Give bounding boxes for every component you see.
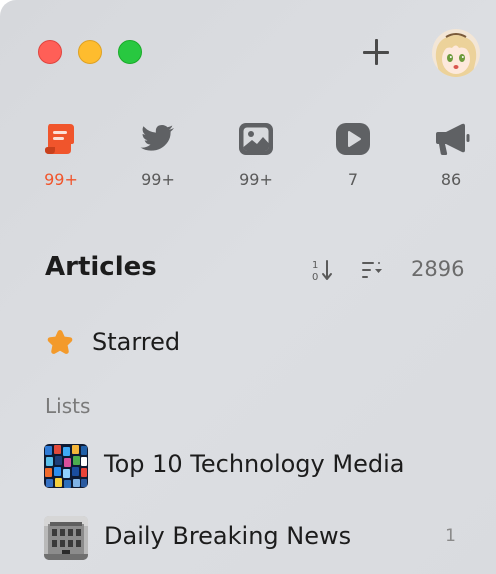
svg-text:1: 1 [312,260,318,271]
list-item-daily-breaking-news[interactable]: Daily Breaking News 1 [0,514,496,562]
feed-count-pictures: 99+ [239,170,273,189]
filter-list-icon[interactable] [360,259,384,281]
feed-count-notifications: 86 [440,170,462,189]
plus-icon[interactable] [360,36,392,68]
lists-header: Lists [45,394,91,418]
app-window: 99+ 99+ 99+ 7 86 Articles 1 0 2896 Starr… [0,0,496,574]
window-close-button[interactable] [38,40,62,64]
starred-item[interactable]: Starred [0,320,496,364]
list-item-badge: 1 [445,526,456,546]
megaphone-icon [421,120,481,158]
twitter-icon [128,120,188,158]
article-count: 2896 [411,257,465,281]
window-maximize-button[interactable] [118,40,142,64]
feed-type-articles[interactable]: 99+ [31,120,91,189]
sort-icon[interactable]: 1 0 [312,258,334,283]
starred-label: Starred [92,328,181,356]
feed-count-social: 99+ [141,170,175,189]
user-avatar[interactable] [432,29,480,77]
list-item-label: Top 10 Technology Media [104,450,405,478]
video-icon [323,120,383,158]
article-icon [31,120,91,158]
window-minimize-button[interactable] [78,40,102,64]
list-thumbnail [44,516,88,560]
svg-text:0: 0 [312,272,318,282]
feed-count-videos: 7 [347,170,359,189]
list-item-technology-media[interactable]: Top 10 Technology Media [0,442,496,490]
list-thumbnail [44,444,88,488]
section-title: Articles [45,252,157,282]
feed-type-notifications[interactable]: 86 [421,120,481,189]
picture-icon [226,120,286,158]
feed-type-videos[interactable]: 7 [323,120,383,189]
feed-type-social[interactable]: 99+ [128,120,188,189]
star-icon [45,328,75,356]
list-item-label: Daily Breaking News [104,522,352,550]
feed-count-articles: 99+ [44,170,78,189]
feed-type-pictures[interactable]: 99+ [226,120,286,189]
